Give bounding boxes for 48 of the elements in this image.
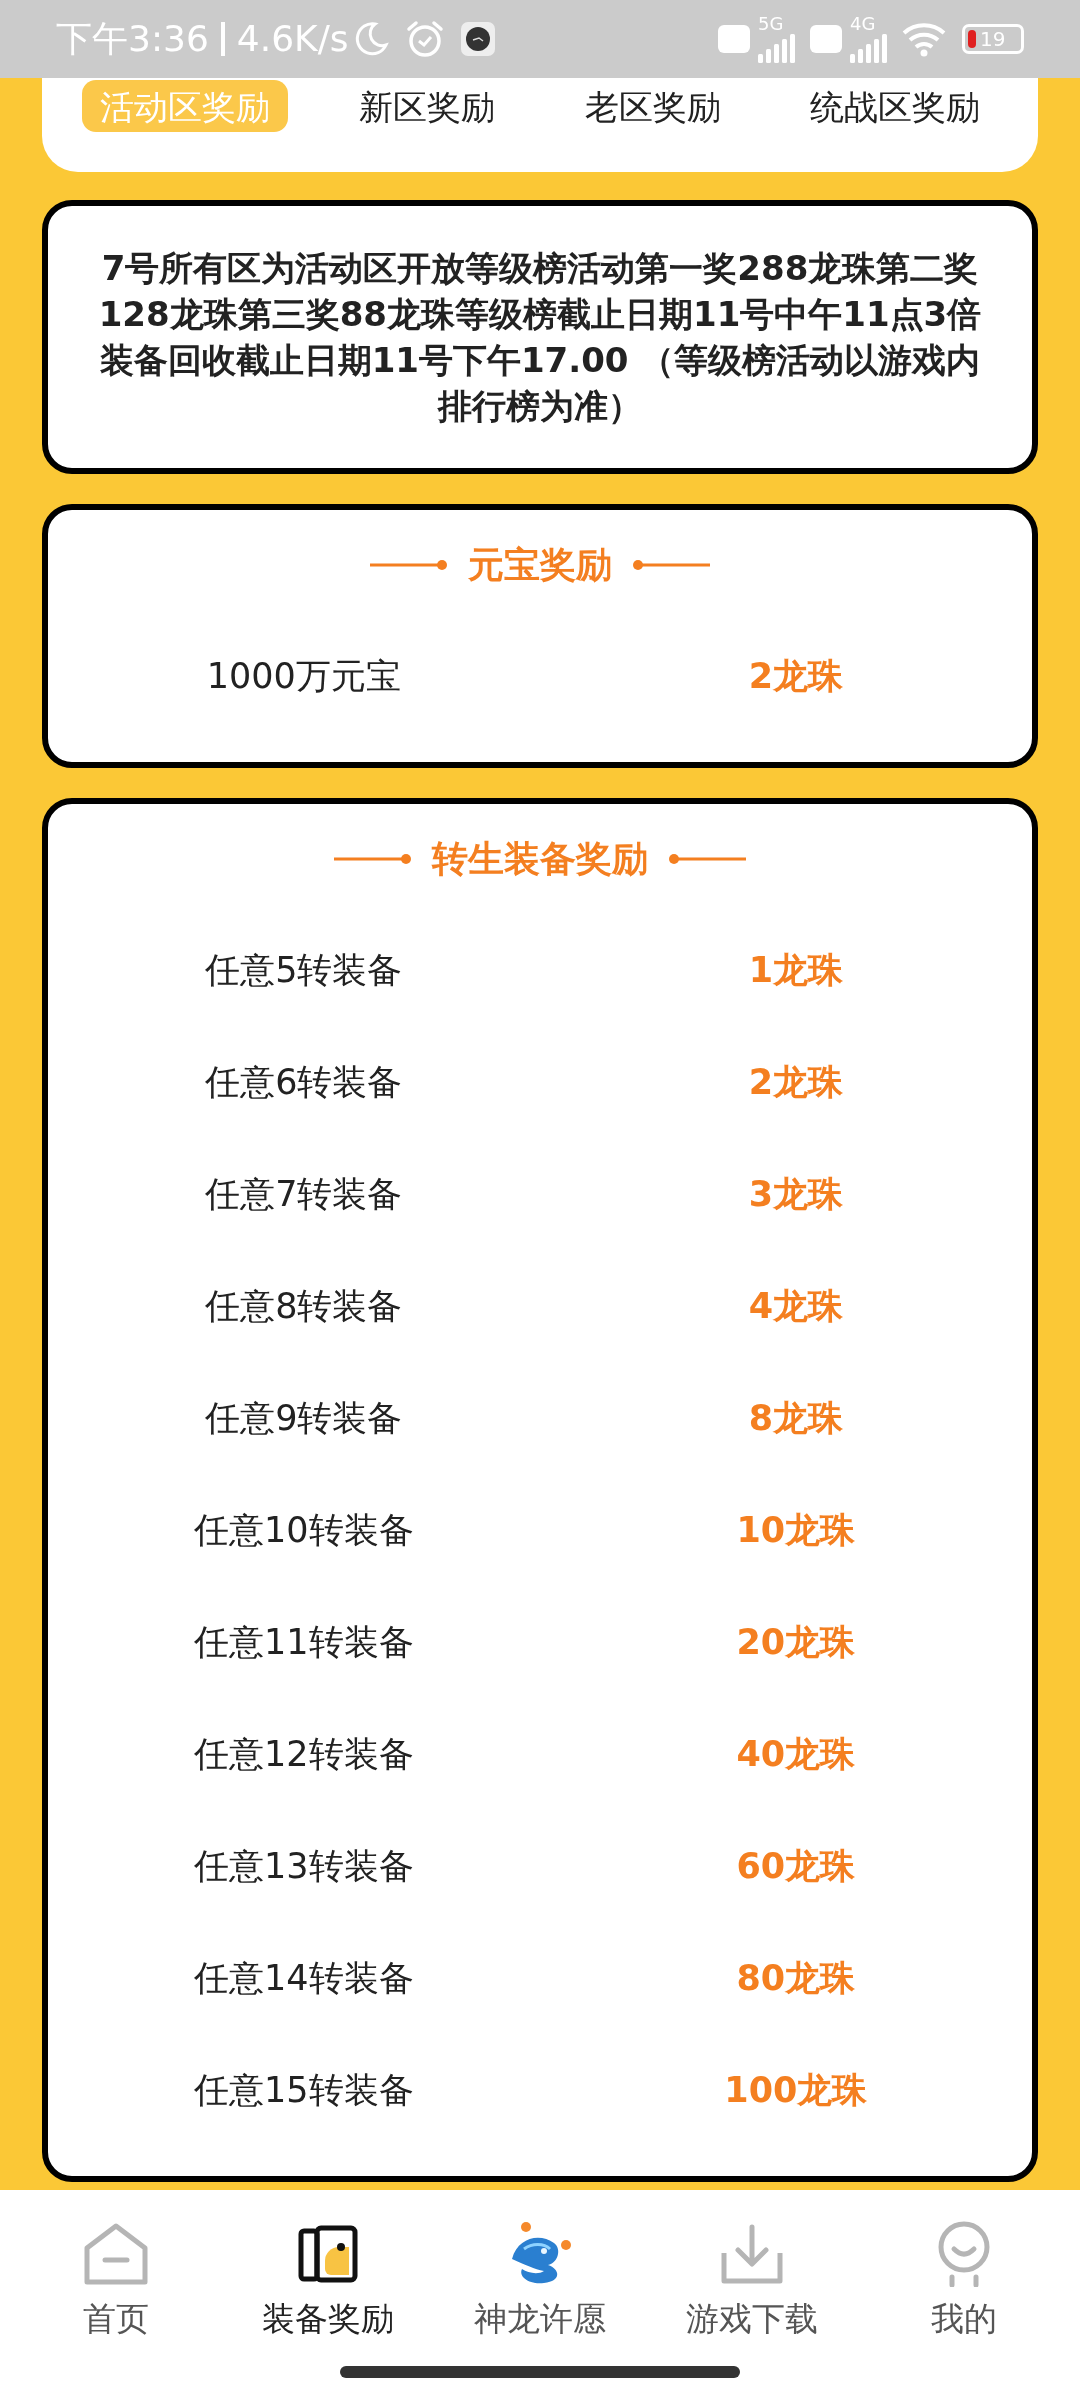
- app-icon: [460, 22, 495, 56]
- nav-item[interactable]: 装备奖励: [228, 2218, 428, 2344]
- reward-value: 1龙珠: [747, 948, 844, 992]
- reward-item: 任意7转装备: [204, 1172, 404, 1216]
- reward-value: 4龙珠: [747, 1284, 844, 1328]
- nav-item[interactable]: 首页: [16, 2218, 216, 2344]
- status-separator: [220, 22, 225, 56]
- reward-value: 3龙珠: [747, 1172, 844, 1216]
- download-icon: [720, 2223, 784, 2285]
- reward-value: 60龙珠: [735, 1844, 857, 1888]
- section-title: 转生装备奖励: [432, 837, 648, 881]
- nav-item[interactable]: 游戏下载: [652, 2218, 852, 2344]
- reward-value: 2龙珠: [747, 654, 844, 698]
- reward-value: 100龙珠: [723, 2068, 869, 2112]
- reward-item: 任意10转装备: [193, 1508, 415, 1552]
- signal-icon: [758, 33, 798, 63]
- section-title: 元宝奖励: [468, 543, 612, 587]
- alarm-icon: [404, 19, 445, 59]
- signal-icon: [850, 33, 890, 63]
- decor-line-icon: [370, 559, 448, 571]
- nav-item[interactable]: 神龙许愿: [440, 2218, 640, 2344]
- decor-line-icon: [334, 853, 412, 865]
- home-icon: [83, 2222, 149, 2286]
- reward-value: 8龙珠: [747, 1396, 844, 1440]
- reward-item: 任意11转装备: [193, 1620, 415, 1664]
- reward-value: 10龙珠: [735, 1508, 857, 1552]
- nav-item[interactable]: 我的: [864, 2218, 1064, 2344]
- reward-item: 任意12转装备: [193, 1732, 415, 1776]
- reward-item: 任意9转装备: [204, 1396, 404, 1440]
- reward-item: 任意5转装备: [204, 948, 404, 992]
- decor-line-icon: [632, 559, 710, 571]
- reward-item: 任意13转装备: [193, 1844, 415, 1888]
- reward-item: 任意14转装备: [193, 1956, 415, 2000]
- decor-line-icon: [668, 853, 746, 865]
- reward-item: 任意6转装备: [204, 1060, 404, 1104]
- reward-value: 40龙珠: [735, 1732, 857, 1776]
- notice-text: 7号所有区为活动区开放等级榜活动第一奖288龙珠第二奖128龙珠第三奖88龙珠等级榜截止日期11号中午11点3倍装备回收截止日期11号下午17.00 （等级榜活动以游戏内排行榜为准）: [97, 247, 983, 428]
- tab[interactable]: 老区奖励: [566, 80, 739, 132]
- reward-item: 任意8转装备: [204, 1284, 404, 1328]
- cards-icon: [297, 2225, 359, 2283]
- reward-item: 任意15转装备: [193, 2068, 415, 2112]
- reward-item: 1000万元宝: [205, 654, 402, 698]
- reward-value: 20龙珠: [735, 1620, 857, 1664]
- reward-value: 80龙珠: [735, 1956, 857, 2000]
- wifi-icon: [902, 21, 946, 57]
- reward-value: 2龙珠: [747, 1060, 844, 1104]
- tab[interactable]: 统战区奖励: [792, 80, 998, 132]
- tab[interactable]: 新区奖励: [341, 80, 514, 132]
